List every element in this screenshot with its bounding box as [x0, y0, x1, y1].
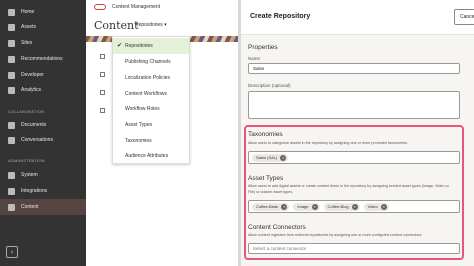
asset-types-field[interactable]: Coffee-Bean × Image × Coffee-Blog × Video ×: [248, 200, 460, 213]
content-connector-select[interactable]: Select a content connector: [248, 243, 460, 254]
chip-label: Coffee-Bean: [256, 204, 279, 209]
asset-types-section-title: Asset Types: [248, 175, 284, 182]
nav-section-administration: ADMINISTRATION: [8, 158, 45, 163]
nav-item-label: Integrations: [21, 188, 48, 194]
nav-item-analytics[interactable]: Analytics: [0, 82, 86, 98]
oracle-logo: [94, 4, 106, 10]
menu-item-repositories[interactable]: ✔ Repositories: [113, 38, 189, 54]
page-title: Content: [94, 19, 139, 32]
nav-item-label: Assets: [21, 24, 37, 30]
taxonomies-field[interactable]: Sales (SAL) ×: [248, 151, 460, 164]
taxonomies-help-text: Allow users to categorize assets in the …: [248, 141, 408, 145]
menu-item-asset-types[interactable]: Asset Types: [113, 117, 189, 133]
menu-item-label: Repositories: [125, 42, 153, 49]
chip-label: Image: [297, 204, 309, 209]
taxonomies-section-title: Taxonomies: [248, 131, 283, 138]
nav-item-home[interactable]: Home: [0, 4, 86, 20]
chip-label: Video: [367, 204, 378, 209]
remove-chip-icon[interactable]: ×: [351, 203, 358, 210]
app-title: Content Management: [112, 4, 161, 10]
drawer-title: Create Repository: [250, 13, 311, 20]
row-checkbox[interactable]: [100, 72, 105, 77]
repositories-menu: ✔ Repositories Publishing Channels Locali…: [112, 36, 190, 164]
content-connectors-help-text: Allow content ingestion from external re…: [248, 233, 423, 237]
app-header: Content Management: [86, 0, 238, 14]
create-repository-drawer: Create Repository Cancel Properties Name…: [241, 0, 474, 266]
row-checkbox[interactable]: [100, 108, 105, 113]
menu-item-localization-policies[interactable]: Localization Policies: [113, 70, 189, 86]
nav-section-collaboration: COLLABORATION: [8, 109, 45, 114]
nav-item-label: Documents: [21, 122, 47, 128]
nav-item-label: Content: [21, 204, 39, 210]
nav-item-label: Recommendations: [21, 56, 63, 62]
system-icon: [8, 171, 15, 179]
content-icon: [8, 203, 15, 211]
recommendations-icon: [8, 55, 15, 63]
row-checkbox[interactable]: [100, 90, 105, 95]
asset-type-chip: Video ×: [363, 202, 389, 211]
remove-chip-icon[interactable]: ×: [380, 203, 387, 210]
nav-item-conversations[interactable]: Conversations: [0, 132, 86, 148]
row-checkbox[interactable]: [100, 54, 105, 59]
nav-item-label: System: [21, 172, 38, 178]
menu-item-content-workflows[interactable]: Content Workflows: [113, 86, 189, 102]
nav-item-label: Conversations: [21, 137, 53, 143]
nav-item-system[interactable]: System: [0, 167, 86, 183]
menu-item-taxonomies[interactable]: Taxonomies: [113, 133, 189, 149]
integrations-icon: [8, 187, 15, 195]
nav-item-label: Home: [21, 9, 35, 15]
name-label: Name: [248, 56, 261, 61]
description-field[interactable]: [248, 91, 460, 119]
chip-label: Sales (SAL): [256, 155, 278, 160]
nav-item-integrations[interactable]: Integrations: [0, 183, 86, 199]
chip-label: Coffee-Blog: [327, 204, 349, 209]
chevron-left-icon: ‹: [10, 248, 14, 256]
menu-item-publishing-channels[interactable]: Publishing Channels: [113, 54, 189, 70]
nav-item-content[interactable]: Content: [0, 199, 86, 215]
menu-item-audience-attributes[interactable]: Audience Attributes: [113, 148, 189, 164]
remove-chip-icon[interactable]: ×: [311, 203, 318, 210]
description-label: Description (optional): [248, 83, 291, 88]
home-icon: [8, 8, 15, 16]
taxonomy-chip: Sales (SAL) ×: [252, 153, 289, 162]
assets-icon: [8, 23, 15, 31]
nav-item-sites[interactable]: Sites: [0, 35, 86, 51]
nav-item-label: Sites: [21, 40, 33, 46]
content-connectors-section-title: Content Connectors: [248, 224, 306, 231]
side-navigation: Home Assets Sites Recommendations Develo…: [0, 0, 86, 266]
developer-icon: [8, 71, 15, 79]
nav-item-developer[interactable]: Developer: [0, 67, 86, 83]
remove-chip-icon[interactable]: ×: [281, 203, 288, 210]
nav-item-label: Analytics: [21, 87, 42, 93]
menu-item-workflow-roles[interactable]: Workflow Roles: [113, 101, 189, 117]
asset-type-chip: Coffee-Bean ×: [252, 202, 290, 211]
sites-icon: [8, 39, 15, 47]
properties-section-title: Properties: [248, 44, 278, 51]
collapse-nav-button[interactable]: ‹: [6, 246, 18, 258]
nav-item-recommendations[interactable]: Recommendations: [0, 51, 86, 67]
asset-type-chip: Image ×: [293, 202, 320, 211]
nav-item-assets[interactable]: Assets: [0, 19, 86, 35]
documents-icon: [8, 121, 15, 129]
remove-chip-icon[interactable]: ×: [280, 154, 287, 161]
nav-item-documents[interactable]: Documents: [0, 117, 86, 133]
cancel-button[interactable]: Cancel: [454, 9, 474, 25]
conversations-icon: [8, 136, 15, 144]
checkmark-icon: ✔: [117, 43, 123, 50]
asset-types-help-text: Allow users to add digital assets or cre…: [248, 184, 449, 194]
repositories-filter-dropdown[interactable]: Repositories ▾: [135, 22, 167, 28]
analytics-icon: [8, 86, 15, 94]
name-field[interactable]: Sales: [248, 63, 460, 74]
drawer-header: Create Repository Cancel: [241, 0, 474, 35]
nav-item-label: Developer: [21, 72, 44, 78]
asset-type-chip: Coffee-Blog ×: [323, 202, 360, 211]
